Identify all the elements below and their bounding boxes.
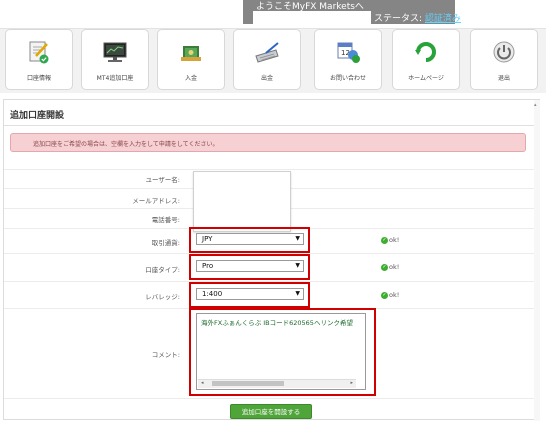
nav-label: 出金 bbox=[260, 75, 273, 82]
nav-logout[interactable]: 退出 bbox=[470, 29, 538, 90]
nav-label: 口座情報 bbox=[26, 75, 51, 82]
leverage-label: レバレッジ: bbox=[145, 293, 180, 301]
power-icon bbox=[492, 40, 516, 66]
scroll-thumb[interactable] bbox=[212, 381, 284, 386]
account-type-value: Pro bbox=[202, 262, 214, 270]
chevron-down-icon: ▼ bbox=[295, 235, 300, 242]
currency-ok: ✓ ok! bbox=[381, 236, 399, 244]
notice-alert: 追加口座をご希望の場合は、空欄を入力をして申請をしてください。 bbox=[10, 133, 526, 152]
username-value-box bbox=[193, 171, 291, 232]
green-arrow-icon bbox=[414, 40, 438, 66]
nav-account-info[interactable]: 口座情報 bbox=[5, 29, 73, 90]
document-edit-icon bbox=[28, 40, 50, 66]
nav-label: ホームページ bbox=[408, 75, 444, 82]
check-icon: ✓ bbox=[381, 291, 388, 299]
username-label: ユーザー名: bbox=[145, 176, 180, 184]
account-type-select[interactable]: Pro ▼ bbox=[196, 260, 304, 272]
account-type-label: 口座タイプ: bbox=[145, 266, 180, 274]
divider bbox=[4, 169, 539, 170]
comment-highlight: 海外FXふぁんくらぶ IBコード620565ヘリンク希望 ◂ ▸ bbox=[189, 308, 376, 396]
status-value-link[interactable]: 認証済み bbox=[425, 14, 461, 24]
monitor-icon bbox=[102, 40, 128, 66]
leverage-highlight: 1:400 ▼ bbox=[189, 282, 310, 308]
leverage-value: 1:400 bbox=[202, 290, 223, 298]
nav-contact[interactable]: 12 お問い合わせ bbox=[314, 29, 382, 90]
divider bbox=[4, 125, 539, 126]
nav-label: 入金 bbox=[184, 75, 197, 82]
open-additional-account-button[interactable]: 追加口座を開設する bbox=[230, 404, 312, 419]
horizontal-scrollbar[interactable]: ◂ ▸ bbox=[198, 379, 356, 388]
username-display bbox=[253, 11, 371, 24]
comment-textarea[interactable]: 海外FXふぁんくらぶ IBコード620565ヘリンク希望 ◂ ▸ bbox=[196, 313, 366, 390]
vertical-scrollbar[interactable]: ▴ bbox=[534, 100, 540, 421]
notice-text: 追加口座をご希望の場合は、空欄を入力をして申請をしてください。 bbox=[33, 141, 219, 148]
account-type-ok: ✓ ok! bbox=[381, 263, 399, 271]
ok-text: ok! bbox=[389, 236, 400, 244]
calendar-contact-icon: 12 bbox=[335, 40, 361, 66]
currency-select[interactable]: JPY ▼ bbox=[196, 233, 304, 245]
nav-mt4-additional[interactable]: MT4追加口座 bbox=[81, 29, 149, 90]
additional-account-panel: 追加口座開設 追加口座をご希望の場合は、空欄を入力をして申請をしてください。 ユ… bbox=[3, 99, 540, 421]
deposit-icon bbox=[179, 40, 203, 66]
ok-text: ok! bbox=[389, 291, 400, 299]
keyboard-pen-icon bbox=[254, 40, 280, 66]
currency-label: 取引通貨: bbox=[151, 239, 180, 247]
scroll-up-icon[interactable]: ▴ bbox=[534, 102, 537, 108]
divider bbox=[4, 398, 539, 399]
leverage-select[interactable]: 1:400 ▼ bbox=[196, 288, 304, 300]
account-type-highlight: Pro ▼ bbox=[189, 254, 310, 280]
phone-label: 電話番号: bbox=[151, 216, 180, 224]
nav-label: MT4追加口座 bbox=[96, 75, 134, 82]
currency-highlight: JPY ▼ bbox=[189, 227, 310, 253]
scroll-left-icon[interactable]: ◂ bbox=[201, 380, 204, 386]
check-icon: ✓ bbox=[381, 236, 388, 244]
top-header: ようこそMyFX Marketsへ ステータス: 認証済み bbox=[0, 0, 546, 28]
panel-title: 追加口座開設 bbox=[10, 111, 65, 121]
nav-label: お問い合わせ bbox=[329, 75, 366, 82]
chevron-down-icon: ▼ bbox=[295, 290, 300, 297]
email-label: メールアドレス: bbox=[132, 197, 180, 205]
comment-label: コメント: bbox=[151, 351, 180, 359]
nav-homepage[interactable]: ホームページ bbox=[392, 29, 460, 90]
main-nav: 口座情報 MT4追加口座 入金 出金 12 お問い合わせ ホームページ 退出 bbox=[0, 28, 546, 93]
comment-value: 海外FXふぁんくらぶ IBコード620565ヘリンク希望 bbox=[201, 319, 353, 327]
chevron-down-icon: ▼ bbox=[295, 262, 300, 269]
scroll-right-icon[interactable]: ▸ bbox=[350, 380, 353, 386]
currency-value: JPY bbox=[202, 235, 213, 243]
welcome-bar: ようこそMyFX Marketsへ ステータス: 認証済み bbox=[243, 0, 461, 24]
nav-label: 退出 bbox=[497, 75, 510, 82]
check-icon: ✓ bbox=[381, 263, 388, 271]
ok-text: ok! bbox=[389, 263, 400, 271]
nav-deposit[interactable]: 入金 bbox=[157, 29, 225, 90]
leverage-ok: ✓ ok! bbox=[381, 291, 399, 299]
status-text: ステータス: 認証済み bbox=[374, 11, 461, 24]
status-label: ステータス: bbox=[374, 14, 423, 24]
nav-withdraw[interactable]: 出金 bbox=[233, 29, 301, 90]
